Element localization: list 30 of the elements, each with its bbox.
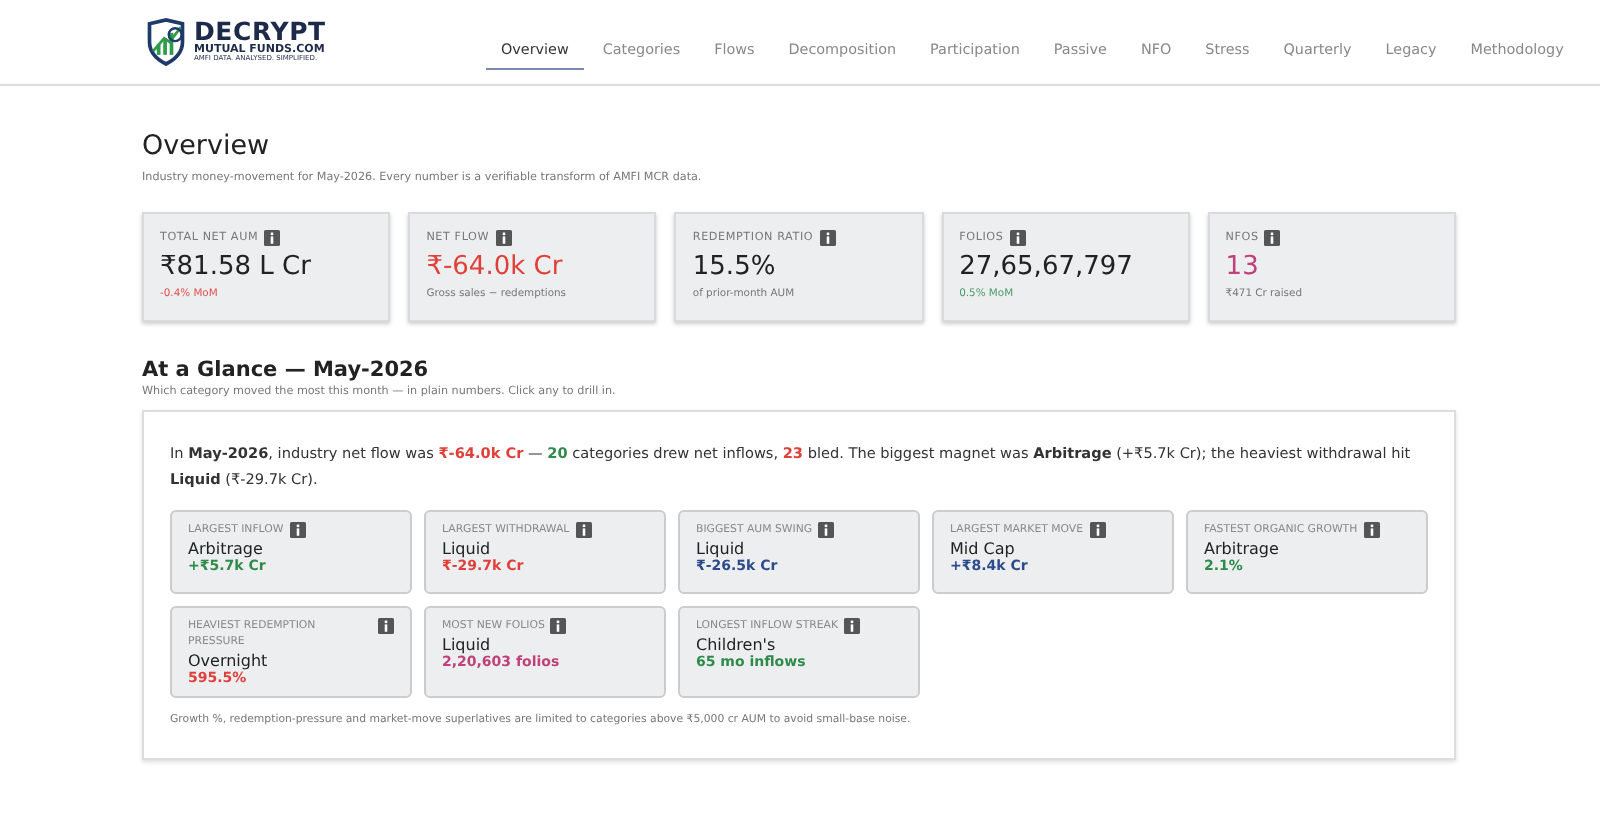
info-icon[interactable]: [378, 618, 394, 634]
kpi-value: 15.5%: [692, 252, 778, 282]
category-name: Liquid: [696, 540, 747, 558]
category-name: Liquid: [442, 540, 493, 558]
page-title: Overview: [142, 130, 272, 162]
info-icon[interactable]: [575, 522, 592, 538]
category-name: Children's: [696, 636, 778, 654]
info-icon[interactable]: [264, 230, 281, 246]
category-name: Arbitrage: [188, 540, 265, 558]
info-icon[interactable]: [289, 522, 306, 538]
info-icon[interactable]: [1363, 522, 1380, 538]
info-icon[interactable]: [550, 618, 567, 634]
info-icon[interactable]: [1009, 230, 1026, 246]
kpi-value: ₹81.58 L Cr: [160, 252, 313, 282]
section-title: At a Glance — May-2026: [142, 358, 431, 382]
info-icon[interactable]: [1089, 522, 1105, 538]
logo-icon[interactable]: [144, 18, 188, 66]
category-name: Mid Cap: [950, 540, 1017, 558]
kpi-value: ₹-64.0k Cr: [426, 252, 565, 282]
kpi-value: 13: [1225, 252, 1261, 282]
info-icon[interactable]: [495, 230, 512, 246]
kpi-value: 27,65,67,797: [959, 252, 1135, 282]
brand-name: DECRYPT: [194, 20, 326, 46]
category-name: Liquid: [442, 636, 493, 654]
info-icon[interactable]: [1264, 230, 1281, 246]
category-name: Overnight: [188, 652, 270, 670]
info-icon[interactable]: [818, 522, 835, 538]
info-icon[interactable]: [819, 230, 836, 246]
category-name: Arbitrage: [1204, 540, 1281, 558]
info-icon[interactable]: [844, 618, 861, 634]
